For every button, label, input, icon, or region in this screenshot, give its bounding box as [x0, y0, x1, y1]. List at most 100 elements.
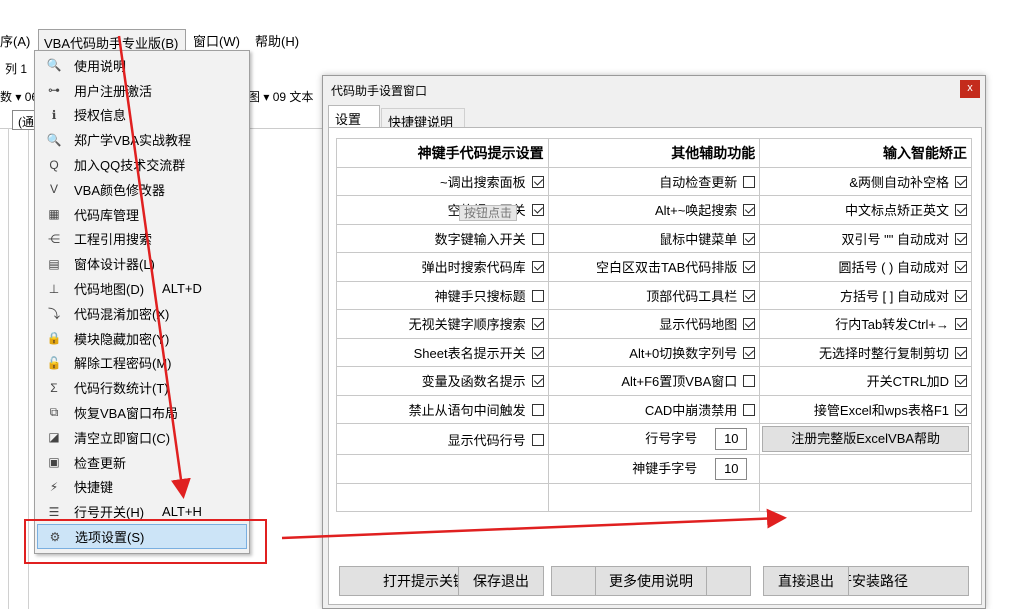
- checkbox[interactable]: [955, 289, 967, 302]
- checkbox[interactable]: [743, 375, 756, 388]
- menu-item-label: 快捷键: [74, 480, 114, 496]
- checkbox[interactable]: [531, 175, 544, 188]
- menu-item-a[interactable]: 序(A): [0, 31, 30, 50]
- option-cell[interactable]: Alt+0切换数字列号: [547, 337, 761, 367]
- menu-item-help[interactable]: 帮助(H): [255, 31, 299, 50]
- save-exit-button[interactable]: 保存退出: [458, 566, 544, 596]
- option-cell[interactable]: 空白区双击TAB代码排版: [547, 252, 761, 282]
- checkbox[interactable]: [743, 204, 756, 217]
- checkbox[interactable]: [531, 232, 544, 245]
- option-cell[interactable]: 数字键输入开关: [336, 223, 549, 253]
- menu-item-code-library[interactable]: ▦ 代码库管理: [37, 202, 247, 227]
- menu-item-module-hide-encrypt[interactable]: 🔒 模块隐藏加密(Y): [37, 326, 247, 351]
- empty-cell: [336, 454, 549, 484]
- settings-row: 禁止从语句中间触发 CAD中崩溃禁用 接管Excel和wps表格F1: [336, 394, 972, 424]
- menu-item-label: 代码行数统计(T): [74, 381, 169, 397]
- option-cell[interactable]: 接管Excel和wps表格F1: [759, 394, 972, 424]
- option-cell[interactable]: 双引号 "" 自动成对: [759, 223, 972, 253]
- toolbar-combo-right[interactable]: 图 ▾ 09 文本: [248, 88, 313, 110]
- option-cell[interactable]: 无选择时整行复制剪切: [759, 337, 972, 367]
- close-button[interactable]: x: [960, 80, 980, 98]
- checkbox[interactable]: [955, 261, 967, 274]
- menu-vba-helper-pro[interactable]: VBA代码助手专业版(B): [38, 29, 186, 51]
- header-other-functions: 其他辅助功能: [547, 138, 761, 168]
- menu-item-join-qq-group[interactable]: Q 加入QQ技术交流群: [37, 152, 247, 177]
- user-register-activate-icon: ⊶: [48, 83, 60, 98]
- option-cell[interactable]: CAD中崩溃禁用: [547, 394, 761, 424]
- settings-dialog: 代码助手设置窗口 x 快捷键说明 设置 神键手代码提示设置 其他辅助功能 输入智…: [322, 75, 986, 609]
- option-label: 方括号 [ ] 自动成对: [839, 288, 949, 304]
- checkbox[interactable]: [743, 232, 756, 245]
- option-cell[interactable]: Sheet表名提示开关: [336, 337, 549, 367]
- checkbox[interactable]: [743, 175, 756, 188]
- menu-item-code-map[interactable]: ⊥ 代码地图(D) ALT+D: [37, 276, 247, 301]
- menu-item-line-count[interactable]: Σ 代码行数统计(T): [37, 375, 247, 400]
- tab-settings[interactable]: 设置: [328, 105, 380, 128]
- option-cell[interactable]: Alt+F6置顶VBA窗口: [547, 366, 761, 396]
- checkbox[interactable]: [955, 204, 967, 217]
- checkbox[interactable]: [743, 289, 756, 302]
- option-cell[interactable]: &两侧自动补空格: [759, 166, 972, 196]
- option-cell[interactable]: 方括号 [ ] 自动成对: [759, 280, 972, 310]
- checkbox[interactable]: [531, 346, 544, 359]
- menu-item-clear-immediate-window[interactable]: ◪ 清空立即窗口(C): [37, 425, 247, 450]
- checkbox[interactable]: [531, 204, 544, 217]
- line-font-size-input[interactable]: 10: [715, 428, 748, 450]
- menu-item-user-register-activate[interactable]: ⊶ 用户注册激活: [37, 78, 247, 103]
- option-cell[interactable]: 顶部代码工具栏: [547, 280, 761, 310]
- checkbox[interactable]: [955, 403, 967, 416]
- shenjianshou-font-size-input[interactable]: 10: [715, 457, 748, 480]
- tab-shortcut-help[interactable]: 快捷键说明: [381, 108, 465, 130]
- exit-button[interactable]: 直接退出: [763, 566, 849, 596]
- checkbox[interactable]: [531, 433, 544, 446]
- toolbar-combo-left[interactable]: 数 ▾ 06: [0, 88, 38, 110]
- menu-item-code-obfuscate[interactable]: ⤵ 代码混淆加密(X): [37, 301, 247, 326]
- checkbox[interactable]: [743, 318, 756, 331]
- option-cell[interactable]: 圆括号 ( ) 自动成对: [759, 252, 972, 282]
- checkbox[interactable]: [531, 403, 544, 416]
- menu-item-usage-guide[interactable]: 🔍 使用说明: [37, 53, 247, 78]
- option-cell[interactable]: 弹出时搜索代码库: [336, 252, 549, 282]
- option-cell[interactable]: Alt+~唤起搜索: [547, 195, 761, 225]
- checkbox[interactable]: [743, 403, 756, 416]
- checkbox[interactable]: [531, 375, 544, 388]
- option-cell[interactable]: 禁止从语句中间触发: [336, 394, 549, 424]
- more-help-button[interactable]: 更多使用说明: [595, 566, 707, 596]
- menu-item-check-update[interactable]: ▣ 检查更新: [37, 450, 247, 475]
- checkbox[interactable]: [955, 318, 967, 331]
- checkbox[interactable]: [743, 261, 756, 274]
- menu-item-window[interactable]: 窗口(W): [193, 31, 240, 50]
- menu-item-vba-color-editor[interactable]: V VBA颜色修改器: [37, 177, 247, 202]
- option-cell[interactable]: 显示代码地图: [547, 309, 761, 339]
- menu-item-remove-project-password[interactable]: 🔓 解除工程密码(M): [37, 351, 247, 376]
- menu-item-shortcuts[interactable]: ⚡ 快捷键: [37, 475, 247, 500]
- option-cell[interactable]: 中文标点矫正英文: [759, 195, 972, 225]
- option-cell[interactable]: 自动检查更新: [547, 166, 761, 196]
- option-cell[interactable]: 无视关键字顺序搜索: [336, 309, 549, 339]
- checkbox[interactable]: [743, 346, 756, 359]
- option-cell[interactable]: ~调出搜索面板: [336, 166, 549, 196]
- register-excelvba-help-button[interactable]: 注册完整版ExcelVBA帮助: [762, 426, 969, 452]
- checkbox[interactable]: [531, 289, 544, 302]
- settings-row: 空格提示开关Alt+~唤起搜索中文标点矫正英文: [336, 195, 972, 225]
- checkbox[interactable]: [955, 346, 967, 359]
- menu-item-form-designer[interactable]: ▤ 窗体设计器(L): [37, 251, 247, 276]
- menu-item-shortcut: ALT+D: [162, 281, 202, 297]
- menu-item-project-reference-search[interactable]: ⋲ 工程引用搜索: [37, 227, 247, 252]
- checkbox[interactable]: [531, 261, 544, 274]
- checkbox[interactable]: [955, 175, 967, 188]
- menu-item-restore-vba-layout[interactable]: ⧉ 恢复VBA窗口布局: [37, 400, 247, 425]
- checkbox[interactable]: [531, 318, 544, 331]
- menu-item-license-info[interactable]: ℹ 授权信息: [37, 103, 247, 128]
- option-cell[interactable]: 行内Tab转发Ctrl+→: [759, 309, 972, 339]
- option-cell[interactable]: 神键手只搜标题: [336, 280, 549, 310]
- settings-row: 数字键输入开关 鼠标中键菜单 双引号 "" 自动成对: [336, 223, 972, 253]
- checkbox[interactable]: [955, 232, 967, 245]
- menu-item-vba-tutorial[interactable]: 🔍 郑广学VBA实战教程: [37, 127, 247, 152]
- option-label: 开关CTRL加D: [866, 374, 949, 390]
- option-cell[interactable]: 变量及函数名提示: [336, 366, 549, 396]
- checkbox[interactable]: [955, 375, 967, 388]
- option-cell[interactable]: 开关CTRL加D: [759, 366, 972, 396]
- option-cell[interactable]: 显示代码行号: [336, 423, 549, 455]
- option-cell[interactable]: 鼠标中键菜单: [547, 223, 761, 253]
